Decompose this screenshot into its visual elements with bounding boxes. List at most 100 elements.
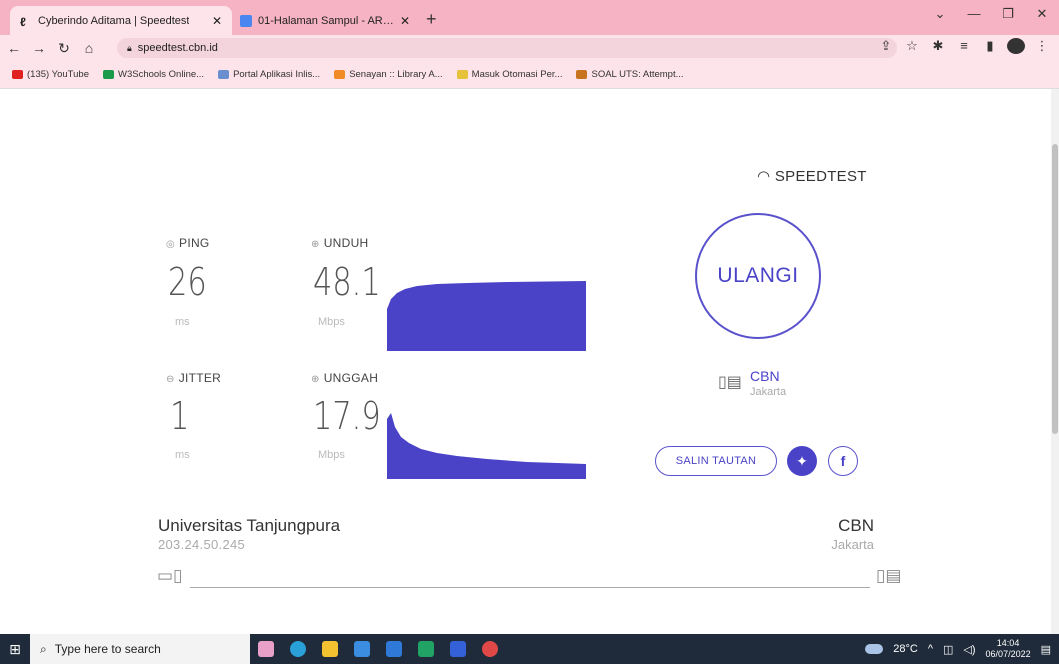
chrome-icon[interactable] bbox=[474, 634, 506, 664]
tab-halaman-sampul[interactable]: 01-Halaman Sampul - ARANG BR ✕ bbox=[230, 6, 420, 35]
bookmark-favicon-icon bbox=[576, 70, 588, 79]
upload-icon: ⊕ bbox=[311, 374, 320, 385]
store-icon[interactable] bbox=[346, 634, 378, 664]
bookmark-item[interactable]: SOAL UTS: Attempt... bbox=[576, 69, 684, 80]
address-bar[interactable]: 🔒︎ speedtest.cbn.id bbox=[117, 38, 897, 58]
server-location: Jakarta bbox=[750, 386, 787, 398]
start-button[interactable]: ⊞ bbox=[0, 641, 30, 658]
search-placeholder: Type here to search bbox=[54, 642, 161, 656]
download-unit: Mbps bbox=[318, 316, 345, 328]
browser-tab-strip: ℓ Cyberindo Aditama | Speedtest ✕ 01-Hal… bbox=[0, 0, 1059, 35]
windows-taskbar: ⊞ ⌕ Type here to search 28°C ^ ◫ ◁) 14:0… bbox=[0, 634, 1059, 664]
download-graph bbox=[387, 281, 586, 351]
download-value: 48.1 bbox=[313, 260, 381, 304]
ping-icon: ◎ bbox=[166, 239, 176, 250]
bookmark-label: Masuk Otomasi Per... bbox=[471, 69, 563, 80]
url-text: speedtest.cbn.id bbox=[137, 42, 218, 54]
server-icon: ▯▤ bbox=[718, 374, 742, 391]
system-tray: 28°C ^ ◫ ◁) 14:04 06/07/2022 ▤ bbox=[865, 634, 1059, 664]
toolbar-actions: ⇪ ☆ ✱ ≡ ▮ ⋮ bbox=[877, 38, 1051, 57]
scrollbar-thumb[interactable] bbox=[1052, 144, 1058, 434]
app-green-icon[interactable] bbox=[410, 634, 442, 664]
close-window-button[interactable]: ✕ bbox=[1025, 0, 1059, 30]
taskbar-search[interactable]: ⌕ Type here to search bbox=[30, 634, 250, 664]
search-icon: ⌕ bbox=[40, 641, 47, 656]
jitter-value: 1 bbox=[170, 394, 190, 438]
ping-unit: ms bbox=[175, 316, 190, 328]
destination-name: CBN bbox=[838, 516, 874, 535]
chevron-up-icon[interactable]: ^ bbox=[928, 643, 933, 655]
side-panel-icon[interactable]: ▮ bbox=[981, 38, 999, 57]
mail-icon[interactable] bbox=[378, 634, 410, 664]
bookmark-item[interactable]: W3Schools Online... bbox=[102, 69, 205, 80]
restore-button[interactable]: ❐ bbox=[991, 0, 1025, 30]
computer-icon: ▭▯ bbox=[157, 566, 183, 585]
bookmark-favicon-icon bbox=[12, 70, 23, 79]
window-controls: ⌄ — ❐ ✕ bbox=[923, 0, 1059, 30]
server-name[interactable]: CBN bbox=[750, 368, 780, 384]
bookmark-favicon-icon bbox=[102, 70, 114, 79]
jitter-icon: ⊖ bbox=[166, 374, 175, 385]
file-explorer-icon[interactable] bbox=[314, 634, 346, 664]
menu-icon[interactable]: ⋮ bbox=[1033, 38, 1051, 57]
retry-button[interactable]: ULANGI bbox=[695, 213, 821, 339]
bookmark-favicon-icon bbox=[334, 70, 346, 79]
page-scrollbar[interactable] bbox=[1051, 89, 1059, 634]
tab-title: 01-Halaman Sampul - ARANG BR bbox=[258, 14, 394, 27]
reading-list-icon[interactable]: ≡ bbox=[955, 38, 973, 57]
extensions-icon[interactable]: ✱ bbox=[929, 38, 947, 57]
destination-location: Jakarta bbox=[831, 537, 874, 552]
browser-toolbar: ← → ↻ ⌂ 🔒︎ speedtest.cbn.id ⇪ ☆ ✱ ≡ ▮ ⋮ bbox=[0, 35, 1059, 61]
google-docs-icon bbox=[240, 14, 252, 27]
client-ip: 203.24.50.245 bbox=[158, 537, 246, 552]
bookmark-star-icon[interactable]: ☆ bbox=[903, 38, 921, 57]
minimize-button[interactable]: — bbox=[957, 0, 991, 30]
bookmark-favicon-icon bbox=[218, 70, 230, 79]
twitter-share-button[interactable]: ✦ bbox=[787, 446, 817, 476]
bookmark-item[interactable]: Senayan :: Library A... bbox=[334, 69, 443, 80]
gauge-icon: ◠ bbox=[757, 168, 771, 185]
upload-graph bbox=[387, 413, 586, 479]
bookmark-item[interactable]: Portal Aplikasi Inlis... bbox=[218, 69, 320, 80]
tab-close-icon[interactable]: ✕ bbox=[212, 14, 222, 28]
twitter-icon: ✦ bbox=[796, 452, 808, 469]
upload-unit: Mbps bbox=[318, 449, 345, 461]
facebook-share-button[interactable]: f bbox=[828, 446, 858, 476]
back-button[interactable]: ← bbox=[3, 40, 25, 56]
clock-date: 06/07/2022 bbox=[985, 649, 1031, 659]
tab-search-icon[interactable]: ⌄ bbox=[923, 0, 957, 30]
tab-speedtest[interactable]: ℓ Cyberindo Aditama | Speedtest ✕ bbox=[10, 6, 232, 35]
tab-title: Cyberindo Aditama | Speedtest bbox=[38, 14, 190, 27]
facebook-icon: f bbox=[840, 453, 846, 469]
notification-icon[interactable]: ▤ bbox=[1041, 643, 1051, 656]
volume-icon[interactable]: ◁) bbox=[963, 643, 975, 656]
reload-button[interactable]: ↻ bbox=[53, 40, 75, 57]
forward-button[interactable]: → bbox=[28, 40, 50, 56]
weather-temp[interactable]: 28°C bbox=[893, 643, 918, 655]
new-tab-button[interactable]: + bbox=[426, 9, 437, 30]
app-blue-icon[interactable] bbox=[442, 634, 474, 664]
share-icon[interactable]: ⇪ bbox=[877, 38, 895, 57]
bookmark-label: Portal Aplikasi Inlis... bbox=[233, 69, 321, 80]
bookmark-item[interactable]: Masuk Otomasi Per... bbox=[456, 69, 563, 80]
bookmark-item[interactable]: (135) YouTube bbox=[12, 69, 89, 80]
speedtest-page: ◠ SPEEDTEST ◎ PING 26 ms ⊕ UNDUH 48.1 Mbps… bbox=[0, 89, 1059, 634]
download-icon: ⊕ bbox=[311, 239, 320, 250]
tab-close-icon[interactable]: ✕ bbox=[400, 14, 410, 28]
profile-avatar[interactable] bbox=[1007, 38, 1025, 57]
speedtest-brand: ◠ SPEEDTEST bbox=[757, 168, 867, 185]
edge-icon[interactable] bbox=[282, 634, 314, 664]
clock[interactable]: 14:04 06/07/2022 bbox=[986, 638, 1031, 660]
weather-icon bbox=[865, 644, 884, 654]
copy-link-button[interactable]: SALIN TAUTAN bbox=[655, 446, 777, 476]
news-widget-icon[interactable] bbox=[250, 634, 282, 664]
cbn-favicon-icon: ℓ bbox=[20, 14, 26, 29]
upload-value: 17.9 bbox=[313, 394, 381, 438]
clock-time: 14:04 bbox=[996, 638, 1020, 648]
home-button[interactable]: ⌂ bbox=[78, 40, 100, 56]
jitter-label: ⊖ JITTER bbox=[166, 371, 222, 385]
network-icon[interactable]: ◫ bbox=[943, 643, 953, 656]
lock-icon: 🔒︎ bbox=[127, 43, 132, 53]
bookmark-label: W3Schools Online... bbox=[117, 69, 205, 80]
jitter-unit: ms bbox=[175, 449, 190, 461]
